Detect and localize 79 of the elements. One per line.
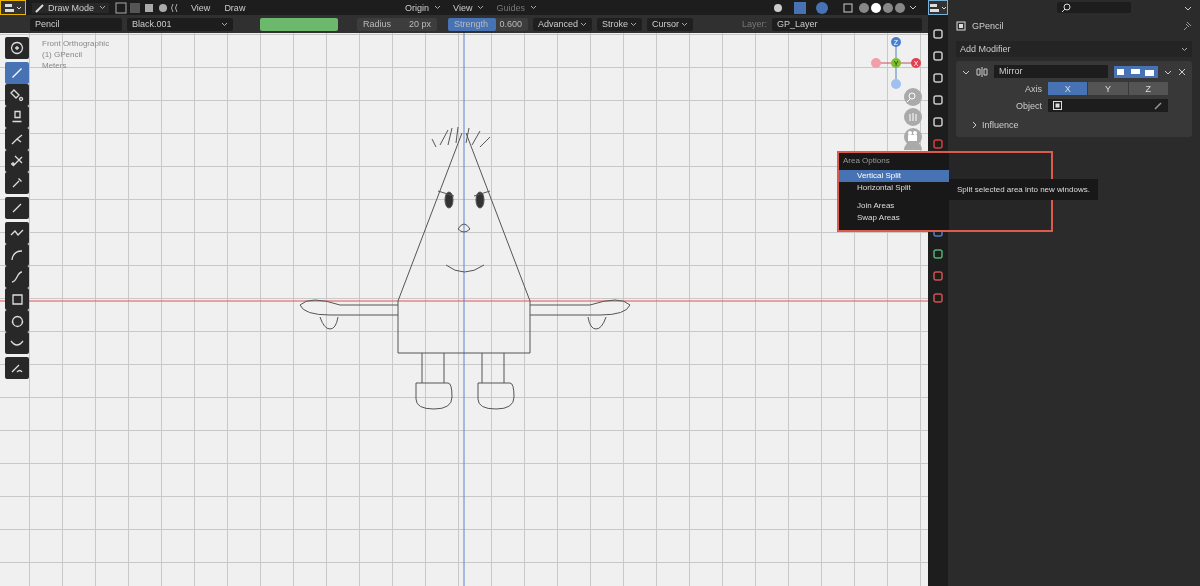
- strength-slider[interactable]: Strength 0.600: [448, 17, 528, 31]
- radius-field[interactable]: Radius 20 px: [357, 17, 437, 31]
- axis-label: Axis: [1024, 83, 1042, 94]
- search-field[interactable]: [1057, 2, 1131, 13]
- menu-title: Area Options: [842, 156, 891, 167]
- editor-type-button[interactable]: [928, 0, 948, 15]
- axis-toggle[interactable]: Z: [1128, 82, 1168, 95]
- object-icon: [1053, 101, 1062, 110]
- settings-dropdown[interactable]: Advanced: [533, 17, 593, 31]
- editor-type-icon: [929, 2, 947, 13]
- search-icon: [1061, 2, 1071, 13]
- settings-dropdown[interactable]: Stroke: [597, 17, 643, 31]
- add-modifier-dropdown[interactable]: Add Modifier: [956, 41, 1192, 57]
- properties-tab-icon[interactable]: [932, 116, 944, 128]
- menu-item[interactable]: View: [187, 2, 215, 13]
- object-label: Object: [1015, 100, 1042, 111]
- caret-icon: [530, 5, 537, 10]
- brush-field[interactable]: Pencil: [30, 17, 122, 31]
- eyedropper-tool-button[interactable]: [5, 172, 29, 194]
- cursor-tool-icon: [9, 40, 25, 56]
- mirror-modifier-icon: [976, 66, 988, 77]
- caret-icon: [1181, 46, 1188, 52]
- pin-icon[interactable]: [1182, 21, 1192, 31]
- menu-item[interactable]: Swap Areas: [839, 212, 949, 224]
- properties-tab-icon[interactable]: [932, 72, 944, 84]
- object-icon: [956, 21, 966, 31]
- caret-icon: [630, 21, 638, 27]
- axis-toggle[interactable]: X: [1048, 82, 1088, 95]
- layer-label: Layer:: [742, 19, 767, 29]
- layer-dropdown[interactable]: GP_Layer: [772, 17, 922, 31]
- properties-tab-icon[interactable]: [932, 28, 944, 40]
- mode-dropdown[interactable]: Draw Mode: [32, 2, 109, 13]
- axis-toggle[interactable]: Y: [1088, 82, 1128, 95]
- eyedropper-icon[interactable]: [1154, 101, 1163, 110]
- arc-tool-icon: [9, 247, 25, 263]
- influence-subpanel[interactable]: Influence: [962, 116, 1186, 132]
- caret-icon: [99, 5, 106, 10]
- polyline-tool-button[interactable]: [5, 222, 29, 244]
- properties-tab-icon[interactable]: [932, 50, 944, 62]
- editor-type-button[interactable]: [0, 0, 26, 15]
- modifier-toggle-icons[interactable]: [1114, 65, 1158, 78]
- box-tool-icon: [9, 291, 25, 307]
- object-name: GPencil: [972, 21, 1004, 31]
- caret-icon: [434, 5, 442, 10]
- settings-dropdown[interactable]: Cursor: [647, 17, 694, 31]
- guides-dropdown[interactable]: Guides: [493, 2, 540, 13]
- pivot-dropdown[interactable]: Origin: [402, 2, 445, 13]
- viewport-info-text: Meters: [42, 60, 68, 71]
- circle-tool-icon: [9, 313, 25, 329]
- fill-tool-icon: [9, 87, 25, 103]
- menu-item[interactable]: Horizontal Split: [839, 182, 949, 194]
- line-tool-button[interactable]: [5, 197, 29, 219]
- viewport-info-text: Front Orthographic: [42, 38, 110, 49]
- viewport-info-text: (1) GPencil: [42, 49, 83, 60]
- modifier-name-field[interactable]: Mirror: [994, 65, 1108, 78]
- editor-type-icon: [4, 2, 22, 13]
- material-field[interactable]: Black.001: [127, 17, 233, 31]
- menu-item[interactable]: Join Areas: [839, 200, 949, 212]
- annotate-tool-button[interactable]: [5, 357, 29, 379]
- view-dropdown[interactable]: View: [450, 2, 488, 13]
- properties-tab-icon[interactable]: [932, 94, 944, 106]
- tooltip: Split selected area into new windows.: [949, 179, 1098, 200]
- menu-item[interactable]: Draw: [220, 2, 250, 13]
- menu-item[interactable]: Vertical Split: [839, 170, 949, 182]
- object-field[interactable]: [1048, 99, 1168, 112]
- caret-icon: [681, 21, 689, 27]
- caret-icon: [580, 21, 588, 27]
- color-swatch[interactable]: [260, 17, 338, 31]
- cutter-tool-icon: [9, 153, 25, 169]
- caret-icon: [221, 21, 228, 27]
- close-icon[interactable]: [1178, 67, 1186, 76]
- properties-tab-icon[interactable]: [932, 248, 944, 260]
- pencil-icon: [35, 2, 45, 13]
- fill-tool-button[interactable]: [5, 84, 29, 106]
- cursor-tool-button[interactable]: [5, 37, 29, 59]
- caret-icon: [477, 5, 485, 10]
- expand-chevron-icon: [972, 121, 978, 129]
- interpolate-tool-button[interactable]: [5, 332, 29, 354]
- curve-tool-icon: [9, 269, 25, 285]
